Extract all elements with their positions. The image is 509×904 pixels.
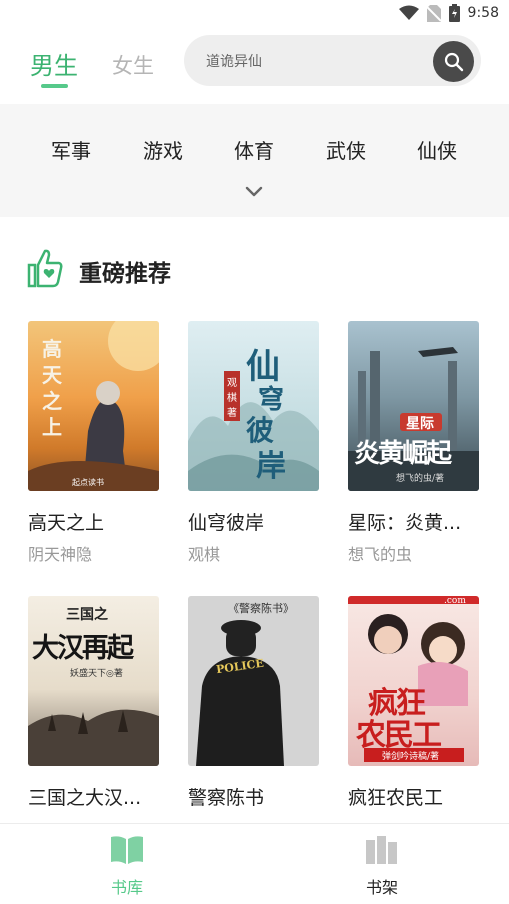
book-author: 想飞的虫 <box>348 545 413 564</box>
status-icons: 9:58 <box>398 4 499 22</box>
cover-text: 大汉再起 <box>32 633 134 664</box>
category-games[interactable]: 游戏 <box>143 135 183 164</box>
status-bar: 9:58 <box>0 0 509 28</box>
category-xianxia[interactable]: 仙侠 <box>417 135 457 164</box>
no-sim-icon <box>426 4 441 22</box>
book-cover[interactable]: 三国之 大汉再起 妖盛天下◎著 <box>28 596 159 766</box>
book-title[interactable]: 警察陈书 <box>188 783 264 810</box>
book-title[interactable]: 星际：炎黄... <box>348 508 461 535</box>
battery-icon <box>448 4 460 22</box>
cover-text: 上 <box>42 415 62 439</box>
section-title: 重磅推荐 <box>79 261 171 287</box>
top-tabs: 男生 女生 道诡异仙 <box>0 28 509 104</box>
book-card[interactable]: 《警察陈书》 POLICE 警察陈书 <box>188 596 319 809</box>
search-bar[interactable]: 道诡异仙 <box>184 35 481 86</box>
tab-male[interactable]: 男生 <box>30 46 78 81</box>
cover-text: 星际 <box>406 416 434 432</box>
cover-art <box>196 620 284 766</box>
nav-label: 书库 <box>110 878 143 897</box>
book-title[interactable]: 疯狂农民工 <box>348 783 443 810</box>
active-tab-indicator <box>41 84 68 88</box>
cover-text: 炎黄崛起 <box>354 439 452 469</box>
book-cover[interactable]: 星际 炎黄崛起 想飞的虫/著 <box>348 321 479 491</box>
book-cover[interactable]: .com 疯狂 农民工 弹剑吟诗稿/著 <box>348 596 479 766</box>
cover-text: 想飞的虫/著 <box>396 474 445 484</box>
cover-text: 《警察陈书》 <box>228 602 294 615</box>
book-card[interactable]: .com 疯狂 农民工 弹剑吟诗稿/著 疯狂农民工 <box>348 596 479 809</box>
search-icon <box>444 52 463 71</box>
cover-text: 妖盛天下◎著 <box>70 669 123 679</box>
wifi-icon <box>398 5 419 20</box>
book-icon <box>111 836 143 864</box>
cover-text: 三国之 <box>66 607 108 623</box>
expand-categories-button[interactable] <box>244 184 264 200</box>
cover-text: 高 <box>42 337 62 361</box>
cover-badge: 星际 <box>400 413 442 432</box>
category-sports[interactable]: 体育 <box>234 135 274 164</box>
book-card[interactable]: 三国之 大汉再起 妖盛天下◎著 三国之大汉... <box>28 596 159 809</box>
category-military[interactable]: 军事 <box>51 135 91 164</box>
author-seal: 观 棋 著 <box>224 371 240 421</box>
book-cover[interactable]: 《警察陈书》 POLICE <box>188 596 319 766</box>
bookshelf-icon <box>366 836 397 864</box>
cover-text: 岸 <box>256 449 286 484</box>
book-cover[interactable]: 高 天 之 上 起点读书 <box>28 321 159 491</box>
nav-library[interactable]: 书库 <box>87 834 167 898</box>
cover-text: 天 <box>42 363 62 387</box>
book-title[interactable]: 三国之大汉... <box>28 783 141 810</box>
tab-female[interactable]: 女生 <box>112 50 154 80</box>
nav-label: 书架 <box>365 878 398 897</box>
book-card[interactable]: 仙 穹 彼 岸 观 棋 著 仙穹彼岸 观棋 <box>188 321 319 564</box>
cover-publisher: 起点读书 <box>72 478 104 487</box>
book-cover[interactable]: 仙 穹 彼 岸 观 棋 著 <box>188 321 319 491</box>
search-button[interactable] <box>433 41 474 82</box>
nav-bookshelf[interactable]: 书架 <box>342 834 422 898</box>
book-title[interactable]: 高天之上 <box>28 508 104 535</box>
category-panel: 军事 游戏 体育 武侠 仙侠 <box>0 104 509 217</box>
category-wuxia[interactable]: 武侠 <box>326 135 366 164</box>
thumbs-up-icon <box>27 249 63 288</box>
chevron-down-icon <box>245 186 263 197</box>
book-card[interactable]: 高 天 之 上 起点读书 高天之上 阴天神隐 <box>28 321 159 564</box>
book-author: 观棋 <box>188 545 221 564</box>
cover-author-strip: 弹剑吟诗稿/著 <box>364 748 464 762</box>
cover-text: .com <box>444 596 466 606</box>
book-title[interactable]: 仙穹彼岸 <box>188 508 264 535</box>
status-time: 9:58 <box>467 5 499 21</box>
cover-text: 之 <box>42 389 62 413</box>
book-card[interactable]: 星际 炎黄崛起 想飞的虫/著 星际：炎黄... 想飞的虫 <box>348 321 479 564</box>
search-placeholder[interactable]: 道诡异仙 <box>206 51 262 71</box>
book-author: 阴天神隐 <box>28 545 93 564</box>
bottom-nav: 书库 书架 <box>0 823 509 904</box>
